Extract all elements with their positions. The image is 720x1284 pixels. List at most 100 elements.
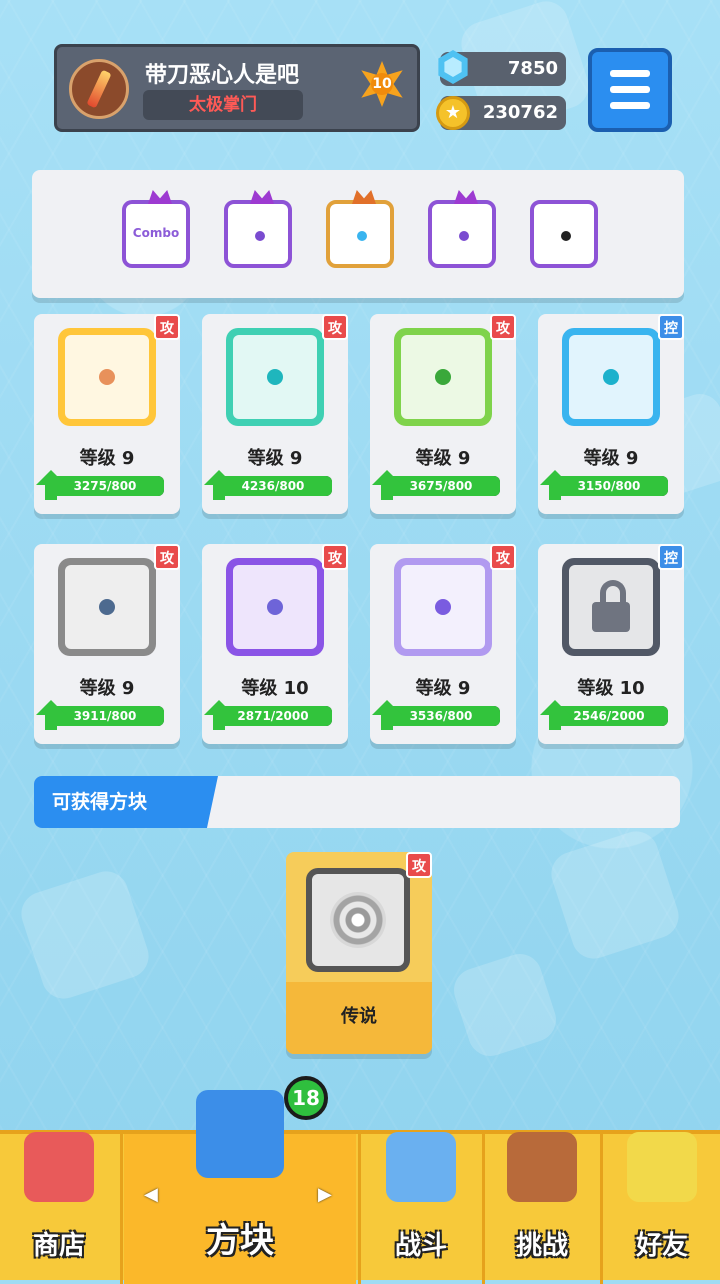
attack-tag: 攻 [322,314,348,340]
attack-tag: 攻 [154,544,180,570]
avatar[interactable] [69,59,129,119]
upgrade-progress-bar: 3150/800 [550,476,668,496]
menu-icon-line [610,86,650,93]
dice-card[interactable]: 攻 等级 9 3675/800 [370,314,516,514]
progress-text: 3150/800 [577,479,641,493]
friends-icon [627,1132,697,1202]
attack-tag: 攻 [490,314,516,340]
dragon-horns-icon [148,190,172,204]
nav-dice[interactable]: 方块 [124,1090,356,1284]
dice-count-badge: 18 [284,1076,328,1120]
nav-challenge-label: 挑战 [515,1231,568,1261]
upgrade-progress-bar: 2546/2000 [550,706,668,726]
poison-dice-icon [394,328,492,426]
attack-tag: 攻 [490,544,516,570]
card-level: 等级 9 [79,448,135,469]
progress-text: 4236/800 [241,479,305,493]
deck-slot-2[interactable] [224,190,292,268]
shift-dice-icon [226,558,324,656]
dice-card[interactable]: 攻 等级 10 2871/2000 [202,544,348,744]
attack-tag: 攻 [154,314,180,340]
dice-card[interactable]: 攻 等级 9 3536/800 [370,544,516,744]
progress-text: 3675/800 [409,479,473,493]
nav-challenge[interactable]: 挑战 [486,1132,598,1284]
dice-card[interactable]: 攻 等级 9 4236/800 [202,314,348,514]
level-badge: 10 [361,61,403,107]
player-name: 带刀恶心人是吧 [145,63,300,88]
chevron-right-icon[interactable]: ▶ [318,1184,332,1205]
combo-label: Combo [132,226,180,240]
dice-pip [99,369,115,385]
black-hole-dice-icon [306,868,410,972]
nav-battle[interactable]: 战斗 [362,1132,480,1284]
card-level: 等级 9 [583,448,639,469]
gem-amount: 7850 [507,58,558,79]
card-level: 等级 9 [247,448,303,469]
deck-slot-4[interactable] [428,190,496,268]
rarity-label: 传说 [341,1006,377,1027]
dragon-horns-icon [352,190,376,204]
magic-dice-icon [459,231,469,241]
progress-text: 3275/800 [73,479,137,493]
deck-slot-1[interactable]: Combo [122,190,190,268]
level-value: 10 [371,73,393,95]
shop-icon [24,1132,94,1202]
legendary-dice-card[interactable]: 攻 传说 [286,852,432,1054]
upgrade-progress-bar: 4236/800 [214,476,332,496]
available-dice-header: 可获得方块 [34,776,680,828]
dice-deck-panel: Combo [32,170,684,298]
lock-body [592,602,630,632]
player-profile-panel[interactable]: 带刀恶心人是吧 太极掌门 10 [54,44,420,132]
card-level: 等级 9 [415,678,471,699]
menu-button[interactable] [588,48,672,132]
nav-shop[interactable]: 商店 [0,1132,118,1284]
dice-pip [435,369,451,385]
nav-divider [600,1134,603,1284]
section-title: 可获得方块 [34,776,218,828]
gear-dice-icon [58,558,156,656]
clan-name: 太极掌门 [143,90,303,120]
dice-icon [196,1090,284,1178]
card-level: 等级 10 [241,678,309,699]
bg-dice-shape [15,865,155,1005]
nav-friends-label: 好友 [635,1231,688,1261]
dice-pip [603,369,619,385]
upgrade-progress-bar: 3536/800 [382,706,500,726]
challenge-icon [507,1132,577,1202]
card-level: 等级 9 [79,678,135,699]
dice-card[interactable]: 攻 等级 9 3275/800 [34,314,180,514]
dice-pip [99,599,115,615]
attack-tag: 攻 [322,544,348,570]
fire-dice-icon [58,328,156,426]
swirl-icon [330,892,386,948]
nav-dice-label: 方块 [206,1221,274,1261]
dice-card[interactable]: 控 等级 9 3150/800 [538,314,684,514]
mystery-dice-icon [561,231,571,241]
nav-friends[interactable]: 好友 [604,1132,720,1284]
random-dice-icon [394,558,492,656]
nav-battle-label: 战斗 [394,1231,447,1261]
nav-shop-label: 商店 [32,1231,85,1261]
upgrade-progress-bar: 2871/2000 [214,706,332,726]
nav-divider [482,1134,485,1284]
gold-amount: 230762 [482,102,558,123]
progress-text: 2546/2000 [573,709,645,723]
menu-icon-line [610,102,650,109]
bottom-nav: 商店 方块 战斗 挑战 好友 [0,1090,720,1284]
chevron-left-icon[interactable]: ◀ [144,1184,158,1205]
lock-dice-icon [562,558,660,656]
menu-icon [610,70,650,77]
progress-text: 3911/800 [73,709,137,723]
control-tag: 控 [658,314,684,340]
dragon-horns-icon [250,190,274,204]
upgrade-progress-bar: 3911/800 [46,706,164,726]
battle-icon [386,1132,456,1202]
dice-card[interactable]: 攻 等级 9 3911/800 [34,544,180,744]
dice-card[interactable]: 控 等级 10 2546/2000 [538,544,684,744]
deck-slot-5[interactable] [530,200,598,268]
dice-pip [267,369,283,385]
upgrade-progress-bar: 3275/800 [46,476,164,496]
deck-slot-3[interactable] [326,190,394,268]
card-level: 等级 9 [415,448,471,469]
progress-text: 2871/2000 [237,709,309,723]
